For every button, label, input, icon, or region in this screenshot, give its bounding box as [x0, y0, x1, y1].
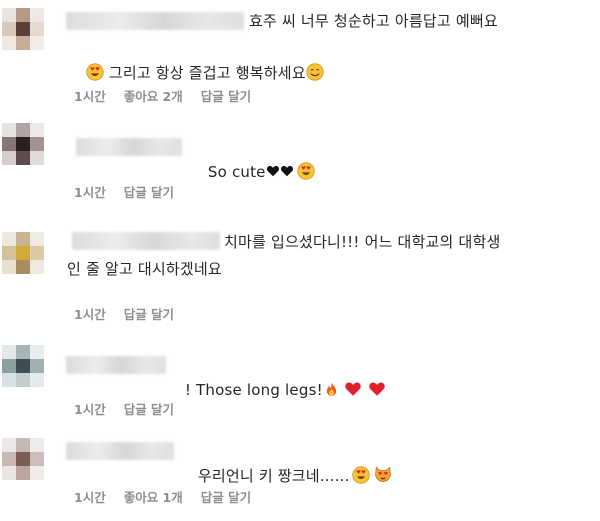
comment-meta: 1시간 좋아요 2개 답글 달기 — [74, 86, 251, 105]
reply-button[interactable]: 답글 달기 — [201, 86, 251, 105]
comment-text-body: ! Those long legs! — [184, 381, 323, 399]
comment-meta: 1시간 좋아요 1개 답글 달기 — [74, 487, 251, 506]
reply-button[interactable]: 답글 달기 — [124, 182, 174, 201]
comment-text: ! Those long legs! — [165, 354, 386, 426]
username[interactable] — [76, 138, 182, 156]
comment-meta: 1시간 답글 달기 — [74, 304, 174, 323]
comment-meta: 1시간 답글 달기 — [74, 182, 174, 201]
avatar[interactable] — [2, 232, 44, 274]
red-heart-emoji — [368, 380, 386, 398]
black-heart-emoji — [266, 164, 280, 178]
username[interactable] — [66, 12, 244, 30]
comment-meta: 1시간 답글 달기 — [74, 399, 174, 418]
comment-text-body: So cute — [207, 163, 266, 181]
timestamp[interactable]: 1시간 — [74, 86, 106, 105]
comment-text: 효주 씨 너무 청순하고 아름답고 예뻐요 — [249, 12, 498, 30]
likes-count[interactable]: 좋아요 1개 — [124, 487, 183, 506]
fire-emoji — [323, 381, 340, 398]
comment-text-line2: 인 줄 알고 대시하겠네요 — [67, 260, 222, 278]
reply-button[interactable]: 답글 달기 — [201, 487, 251, 506]
cat-heart-eyes-emoji — [374, 466, 392, 484]
avatar[interactable] — [2, 345, 44, 387]
username[interactable] — [66, 442, 174, 460]
comment-text: So cute — [188, 136, 315, 208]
likes-count[interactable]: 좋아요 2개 — [124, 86, 183, 105]
heart-eyes-emoji — [352, 466, 370, 484]
timestamp[interactable]: 1시간 — [74, 487, 106, 506]
smiling-face-emoji — [306, 63, 324, 81]
red-heart-emoji — [344, 380, 362, 398]
reply-button[interactable]: 답글 달기 — [124, 304, 174, 323]
timestamp[interactable]: 1시간 — [74, 399, 106, 418]
black-heart-emoji — [280, 164, 294, 178]
heart-eyes-emoji — [297, 162, 315, 180]
username[interactable] — [72, 232, 220, 250]
reply-button[interactable]: 답글 달기 — [124, 399, 174, 418]
timestamp[interactable]: 1시간 — [74, 182, 106, 201]
avatar[interactable] — [2, 8, 44, 50]
avatar[interactable] — [2, 123, 44, 165]
comment-text-continued: 그리고 항상 즐겁고 행복하세요 — [103, 64, 306, 82]
comment-text-body: 우리언니 키 짱크네...... — [197, 467, 350, 485]
heart-eyes-emoji — [86, 63, 104, 81]
comment-text: 치마를 입으셨다니!!! 어느 대학교의 대학생 — [224, 233, 501, 251]
timestamp[interactable]: 1시간 — [74, 304, 106, 323]
avatar[interactable] — [2, 438, 44, 480]
username[interactable] — [66, 356, 166, 374]
